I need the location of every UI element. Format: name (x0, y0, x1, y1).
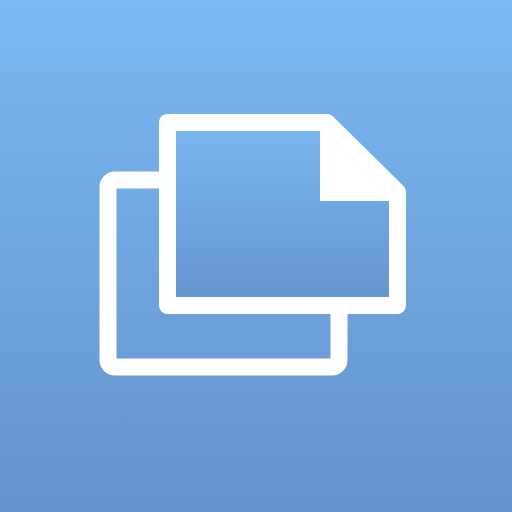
app-icon (0, 0, 512, 512)
copy-documents-icon (0, 0, 512, 512)
